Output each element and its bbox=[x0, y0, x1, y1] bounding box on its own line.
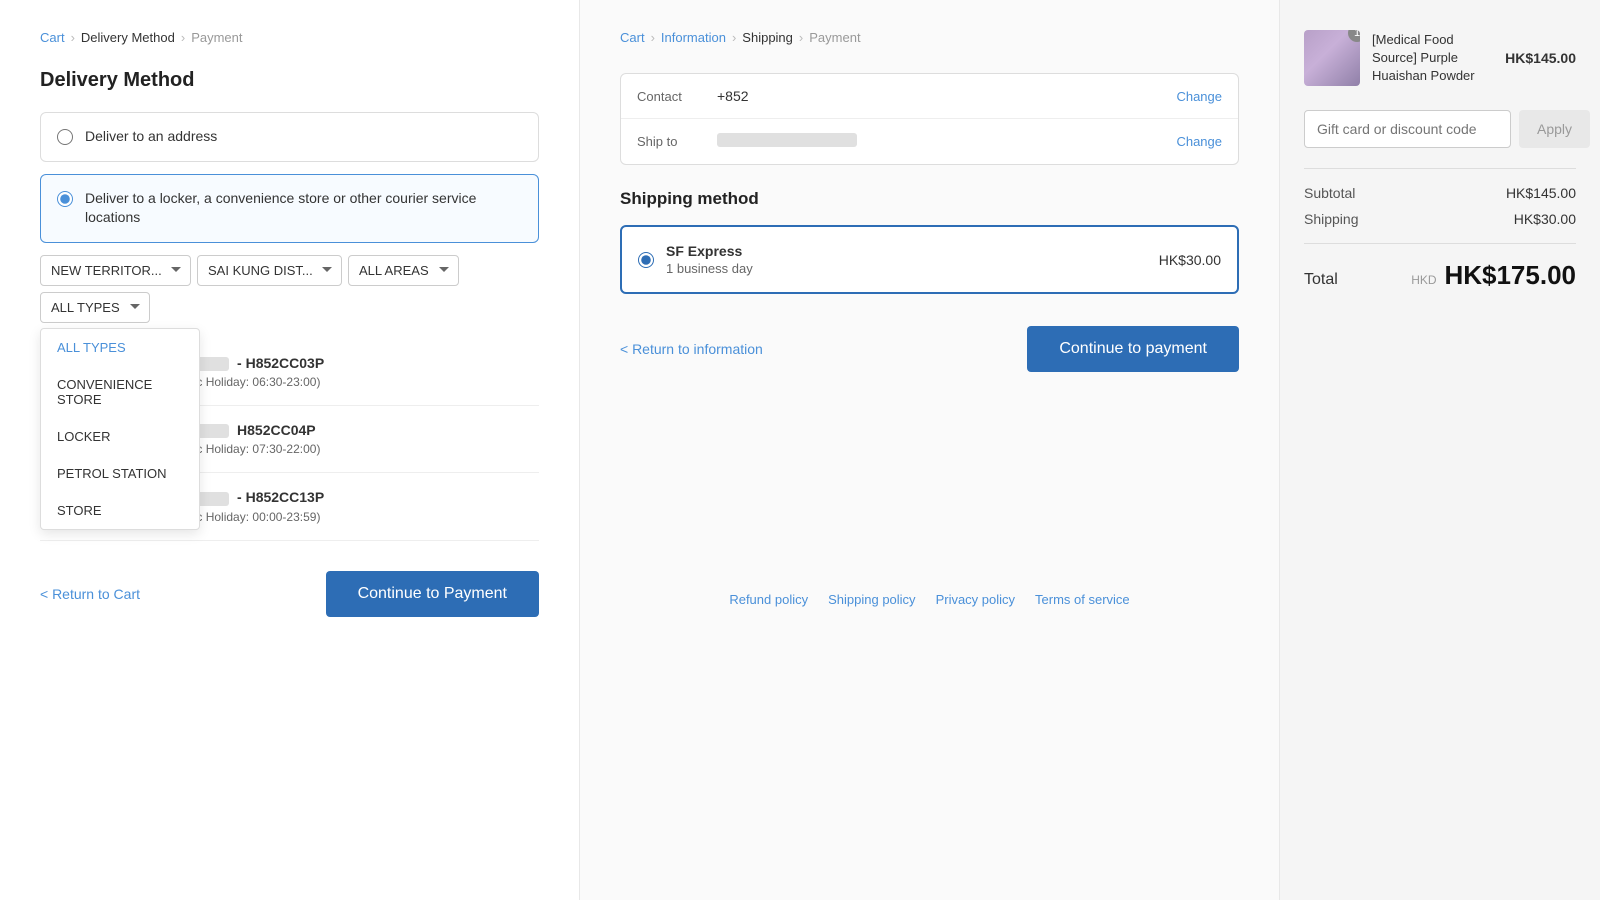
dropdown-store[interactable]: STORE bbox=[41, 492, 199, 529]
middle-bottom-nav: < Return to information Continue to paym… bbox=[620, 326, 1239, 372]
return-to-cart-link[interactable]: < Return to Cart bbox=[40, 586, 140, 602]
breadcrumb-payment-middle: Payment bbox=[809, 30, 860, 45]
locker-code-3: - H852CC13P bbox=[237, 489, 324, 505]
dropdown-locker[interactable]: LOCKER bbox=[41, 418, 199, 455]
delivery-method-title: Delivery Method bbox=[40, 69, 539, 92]
contact-value: +852 bbox=[717, 88, 1176, 104]
product-image: 1 bbox=[1304, 30, 1360, 86]
dropdown-convenience[interactable]: CONVENIENCE STORE bbox=[41, 366, 199, 418]
divider-2 bbox=[1304, 243, 1576, 244]
ship-to-row: Ship to Change bbox=[621, 119, 1238, 164]
subtotal-value: HK$145.00 bbox=[1506, 185, 1576, 201]
breadcrumb-shipping: Shipping bbox=[742, 30, 793, 45]
total-amount: HKD HK$175.00 bbox=[1411, 260, 1576, 291]
left-bottom-nav: < Return to Cart Continue to Payment bbox=[40, 571, 539, 617]
shipping-policy-link[interactable]: Shipping policy bbox=[828, 592, 915, 607]
total-value: HK$175.00 bbox=[1444, 260, 1576, 290]
breadcrumb-left: Cart › Delivery Method › Payment bbox=[40, 30, 539, 45]
filter-row: NEW TERRITOR... SAI KUNG DIST... ALL ARE… bbox=[40, 255, 539, 323]
territory-select[interactable]: NEW TERRITOR... bbox=[40, 255, 191, 286]
locker-code-2: H852CC04P bbox=[237, 422, 316, 438]
middle-panel: Cart › Information › Shipping › Payment … bbox=[580, 0, 1280, 900]
footer-links: Refund policy Shipping policy Privacy po… bbox=[620, 592, 1239, 607]
sep1: › bbox=[71, 30, 75, 45]
sep-m1: › bbox=[651, 30, 655, 45]
sf-express-info: SF Express 1 business day bbox=[666, 243, 1147, 276]
terms-link[interactable]: Terms of service bbox=[1035, 592, 1130, 607]
district-select[interactable]: SAI KUNG DIST... bbox=[197, 255, 342, 286]
radio-sf-express[interactable] bbox=[638, 252, 654, 268]
product-name: [Medical Food Source] Purple Huaishan Po… bbox=[1372, 31, 1493, 86]
ship-to-change-link[interactable]: Change bbox=[1176, 134, 1222, 149]
contact-change-link[interactable]: Change bbox=[1176, 89, 1222, 104]
breadcrumb-information[interactable]: Information bbox=[661, 30, 726, 45]
locker-label: Deliver to a locker, a convenience store… bbox=[85, 189, 522, 228]
shipping-summary-label: Shipping bbox=[1304, 211, 1359, 227]
sf-express-days: 1 business day bbox=[666, 261, 1147, 276]
sep-m3: › bbox=[799, 30, 803, 45]
type-select[interactable]: ALL TYPES bbox=[40, 292, 150, 323]
continue-to-payment-btn[interactable]: Continue to Payment bbox=[326, 571, 539, 617]
left-panel: Cart › Delivery Method › Payment Deliver… bbox=[0, 0, 580, 900]
product-row: 1 [Medical Food Source] Purple Huaishan … bbox=[1304, 30, 1576, 86]
area-select[interactable]: ALL AREAS bbox=[348, 255, 459, 286]
ship-to-redacted bbox=[717, 133, 857, 147]
return-to-information-link[interactable]: < Return to information bbox=[620, 341, 763, 357]
privacy-policy-link[interactable]: Privacy policy bbox=[936, 592, 1015, 607]
radio-locker[interactable] bbox=[57, 191, 73, 207]
total-currency: HKD bbox=[1411, 273, 1436, 287]
refund-policy-link[interactable]: Refund policy bbox=[729, 592, 808, 607]
locker-code-1: - H852CC03P bbox=[237, 355, 324, 371]
discount-row: Apply bbox=[1304, 110, 1576, 148]
product-price: HK$145.00 bbox=[1505, 50, 1576, 66]
radio-address[interactable] bbox=[57, 129, 73, 145]
breadcrumb-cart-middle[interactable]: Cart bbox=[620, 30, 645, 45]
dropdown-all-types[interactable]: ALL TYPES bbox=[41, 329, 199, 366]
divider-1 bbox=[1304, 168, 1576, 169]
sep-m2: › bbox=[732, 30, 736, 45]
sf-express-price: HK$30.00 bbox=[1159, 252, 1221, 268]
footer-area: Refund policy Shipping policy Privacy po… bbox=[620, 592, 1239, 607]
subtotal-row: Subtotal HK$145.00 bbox=[1304, 185, 1576, 201]
continue-to-payment-middle-btn[interactable]: Continue to payment bbox=[1027, 326, 1239, 372]
shipping-summary-value: HK$30.00 bbox=[1514, 211, 1576, 227]
dropdown-petrol[interactable]: PETROL STATION bbox=[41, 455, 199, 492]
contact-label: Contact bbox=[637, 89, 717, 104]
breadcrumb-payment-left: Payment bbox=[191, 30, 242, 45]
subtotal-label: Subtotal bbox=[1304, 185, 1355, 201]
right-panel: 1 [Medical Food Source] Purple Huaishan … bbox=[1280, 0, 1600, 900]
ship-to-label: Ship to bbox=[637, 134, 717, 149]
ship-to-value bbox=[717, 133, 1176, 150]
delivery-option-address[interactable]: Deliver to an address bbox=[40, 112, 539, 162]
discount-input[interactable] bbox=[1304, 110, 1511, 148]
address-label: Deliver to an address bbox=[85, 127, 217, 147]
shipping-method-title: Shipping method bbox=[620, 189, 1239, 209]
delivery-option-locker[interactable]: Deliver to a locker, a convenience store… bbox=[40, 174, 539, 243]
info-card: Contact +852 Change Ship to Change bbox=[620, 73, 1239, 165]
sep2: › bbox=[181, 30, 185, 45]
apply-button[interactable]: Apply bbox=[1519, 110, 1590, 148]
total-label: Total bbox=[1304, 271, 1338, 289]
sf-express-name: SF Express bbox=[666, 243, 1147, 259]
breadcrumb-delivery: Delivery Method bbox=[81, 30, 175, 45]
contact-row: Contact +852 Change bbox=[621, 74, 1238, 119]
breadcrumb-middle: Cart › Information › Shipping › Payment bbox=[620, 30, 1239, 45]
total-row: Total HKD HK$175.00 bbox=[1304, 260, 1576, 291]
type-dropdown: ALL TYPES CONVENIENCE STORE LOCKER PETRO… bbox=[40, 328, 200, 530]
breadcrumb-cart[interactable]: Cart bbox=[40, 30, 65, 45]
shipping-summary-row: Shipping HK$30.00 bbox=[1304, 211, 1576, 227]
shipping-option-sf[interactable]: SF Express 1 business day HK$30.00 bbox=[620, 225, 1239, 294]
